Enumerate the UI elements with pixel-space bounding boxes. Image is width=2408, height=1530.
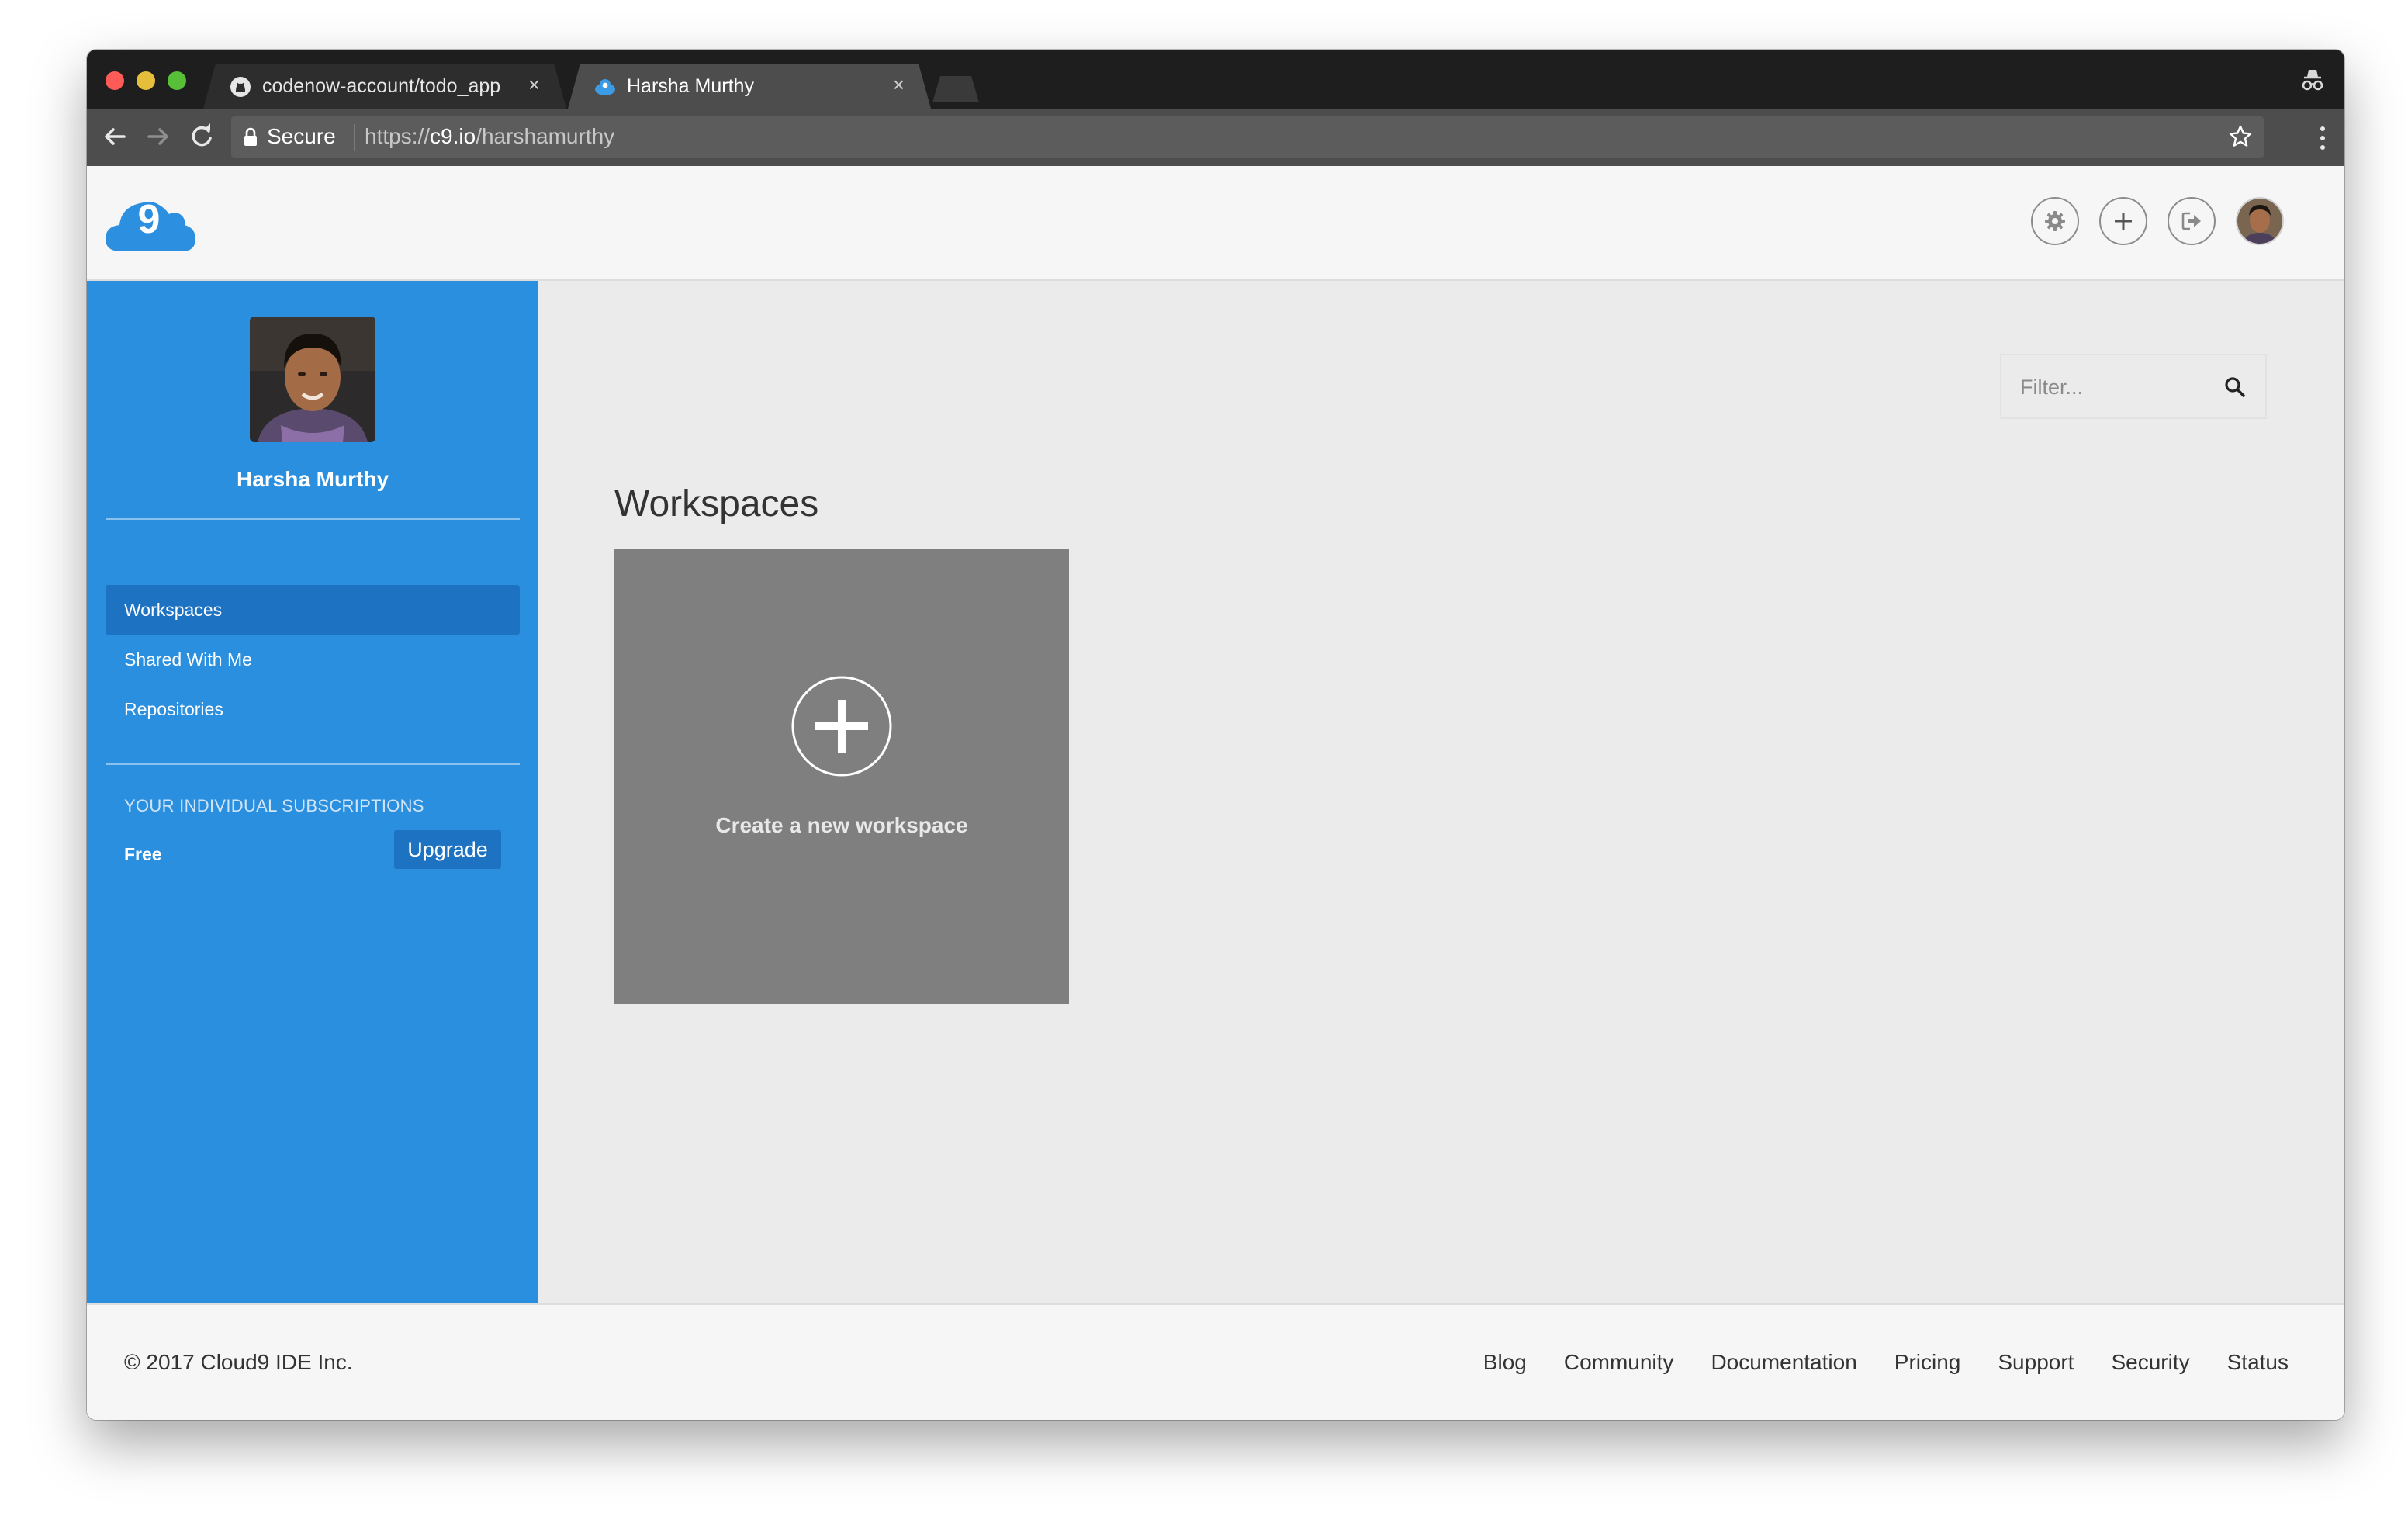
sign-out-button[interactable] <box>2168 197 2216 245</box>
tab-title: Harsha Murthy <box>627 75 754 97</box>
reload-icon[interactable] <box>185 119 219 154</box>
footer-link-support[interactable]: Support <box>1998 1350 2074 1375</box>
sign-out-icon <box>2181 212 2201 230</box>
url-path: /harshamurthy <box>476 124 615 148</box>
url-text: https://c9.io/harshamurthy <box>365 124 614 149</box>
divider <box>106 518 520 520</box>
tab-title: codenow-account/todo_app <box>262 75 501 97</box>
cloud9-icon <box>594 76 616 98</box>
url-scheme: https:// <box>365 124 431 148</box>
close-icon[interactable]: × <box>893 73 905 97</box>
footer-link-documentation[interactable]: Documentation <box>1711 1350 1856 1375</box>
create-workspace-tile[interactable]: Create a new workspace <box>614 549 1069 1004</box>
filter-input[interactable] <box>2019 369 2223 405</box>
page-title: Workspaces <box>614 483 819 524</box>
close-window-button[interactable] <box>106 71 124 90</box>
browser-tab-todo-app[interactable]: codenow-account/todo_app × <box>203 64 566 109</box>
create-workspace-label: Create a new workspace <box>715 813 968 837</box>
browser-toolbar: Secure https://c9.io/harshamurthy <box>87 109 2344 166</box>
add-circle-icon <box>791 676 892 777</box>
page: 9 Harsha Murthy Workspaces Shared With M… <box>87 166 2344 1420</box>
browser-tab-harsha-murthy[interactable]: Harsha Murthy × <box>568 64 931 109</box>
back-arrow-icon[interactable] <box>98 119 132 154</box>
divider <box>106 763 520 765</box>
footer-link-pricing[interactable]: Pricing <box>1894 1350 1961 1375</box>
url-host: c9.io <box>430 124 476 148</box>
avatar <box>2237 199 2282 244</box>
incognito-icon <box>2302 70 2323 91</box>
site-footer: © 2017 Cloud9 IDE Inc. Blog Community Do… <box>87 1303 2344 1420</box>
subscriptions-heading: YOUR INDIVIDUAL SUBSCRIPTIONS <box>124 796 424 815</box>
lock-icon <box>244 127 257 146</box>
minimize-window-button[interactable] <box>137 71 155 90</box>
close-icon[interactable]: × <box>528 73 540 97</box>
copyright: © 2017 Cloud9 IDE Inc. <box>124 1350 353 1374</box>
maximize-window-button[interactable] <box>168 71 186 90</box>
footer-link-blog[interactable]: Blog <box>1483 1350 1527 1375</box>
settings-button[interactable] <box>2031 197 2079 245</box>
footer-link-security[interactable]: Security <box>2111 1350 2189 1375</box>
create-button[interactable] <box>2099 197 2147 245</box>
browser-menu-icon[interactable] <box>2318 124 2327 152</box>
footer-link-status[interactable]: Status <box>2227 1350 2289 1375</box>
new-tab-button[interactable] <box>932 76 979 102</box>
browser-window: codenow-account/todo_app × Harsha Murthy… <box>87 50 2344 1420</box>
address-bar[interactable]: Secure https://c9.io/harshamurthy <box>231 116 2264 158</box>
sidebar-item-workspaces[interactable]: Workspaces <box>106 585 520 635</box>
sidebar-item-shared-with-me[interactable]: Shared With Me <box>106 635 520 684</box>
github-icon <box>230 76 251 98</box>
search-icon[interactable] <box>2223 376 2247 399</box>
user-name: Harsha Murthy <box>236 467 389 491</box>
gear-icon <box>2045 211 2065 231</box>
profile-photo <box>250 317 375 442</box>
footer-links: Blog Community Documentation Pricing Sup… <box>1446 1350 2289 1375</box>
sidebar-item-repositories[interactable]: Repositories <box>106 684 520 734</box>
user-avatar-button[interactable] <box>2236 197 2284 245</box>
avatar <box>250 317 375 442</box>
tab-strip: codenow-account/todo_app × Harsha Murthy… <box>87 50 2344 109</box>
forward-arrow-icon[interactable] <box>141 119 175 154</box>
svg-text:9: 9 <box>138 197 161 242</box>
divider <box>354 124 355 151</box>
bookmark-star-icon[interactable] <box>2226 123 2254 151</box>
security-label: Secure <box>267 124 336 148</box>
upgrade-button[interactable]: Upgrade <box>394 830 501 869</box>
plus-icon <box>2115 213 2132 230</box>
plan-name: Free <box>124 844 162 864</box>
footer-link-community[interactable]: Community <box>1564 1350 1674 1375</box>
filter-box <box>2000 354 2267 419</box>
sidebar: Harsha Murthy Workspaces Shared With Me … <box>87 281 538 1303</box>
cloud9-logo[interactable]: 9 <box>104 192 197 254</box>
site-header: 9 <box>87 166 2344 281</box>
